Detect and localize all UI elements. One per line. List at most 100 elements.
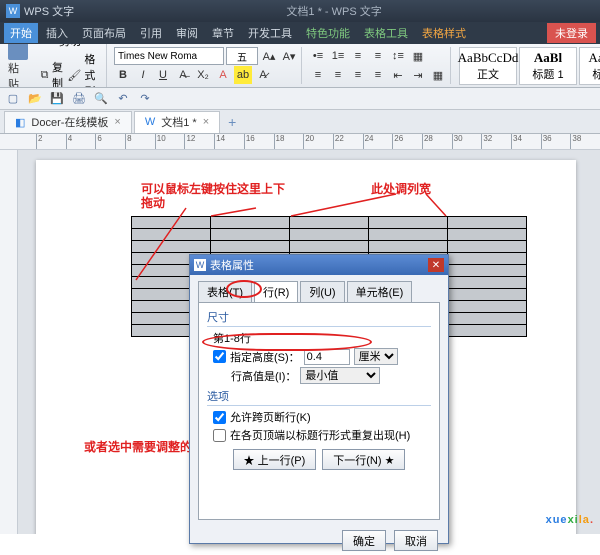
font-color-button[interactable]: A bbox=[214, 66, 232, 84]
table-cell[interactable] bbox=[132, 241, 211, 253]
dialog-footer: 确定 取消 bbox=[190, 526, 448, 555]
bullets-button[interactable]: •≡ bbox=[309, 47, 327, 65]
subscript-button[interactable]: X₂ bbox=[194, 66, 212, 84]
borders-button[interactable]: ▦ bbox=[429, 66, 447, 84]
align-c2-button[interactable]: ≡ bbox=[329, 66, 347, 84]
tab-docer[interactable]: ◧Docer-在线模板× bbox=[4, 111, 132, 133]
table-cell[interactable] bbox=[211, 217, 290, 229]
table-cell[interactable] bbox=[448, 229, 527, 241]
menu-layout[interactable]: 页面布局 bbox=[76, 23, 132, 43]
table-cell[interactable] bbox=[448, 301, 527, 313]
dialog-close-icon[interactable]: ✕ bbox=[428, 258, 444, 272]
table-cell[interactable] bbox=[211, 241, 290, 253]
table-cell[interactable] bbox=[448, 217, 527, 229]
login-button[interactable]: 未登录 bbox=[547, 23, 596, 43]
style-normal[interactable]: AaBbCcDd正文 bbox=[459, 47, 517, 85]
height-mode-select[interactable]: 最小值 bbox=[300, 367, 380, 384]
allow-break-checkbox[interactable] bbox=[213, 411, 226, 424]
style-heading2[interactable]: AaBbC标题 2 bbox=[579, 47, 600, 85]
shading-button[interactable]: ▦ bbox=[409, 47, 427, 65]
table-cell[interactable] bbox=[132, 217, 211, 229]
numbering-button[interactable]: 1≡ bbox=[329, 47, 347, 65]
app-icon: W bbox=[6, 4, 20, 18]
dialog-tab-row[interactable]: 行(R) bbox=[254, 281, 298, 302]
cancel-button[interactable]: 取消 bbox=[394, 530, 438, 551]
format-painter-button[interactable]: 🖌 bbox=[66, 66, 82, 84]
clear-format-button[interactable]: A̷ bbox=[254, 66, 272, 84]
dialog-tab-table[interactable]: 表格(T) bbox=[198, 281, 252, 302]
font-size-select[interactable] bbox=[226, 47, 258, 65]
next-row-button[interactable]: 下一行(N) ★ bbox=[322, 449, 405, 470]
table-cell[interactable] bbox=[290, 241, 369, 253]
qat-new-icon[interactable]: ▢ bbox=[4, 90, 22, 108]
strike-button[interactable]: A̶ bbox=[174, 66, 192, 84]
italic-button[interactable]: I bbox=[134, 66, 152, 84]
table-cell[interactable] bbox=[290, 217, 369, 229]
qat-preview-icon[interactable]: 🔍 bbox=[92, 90, 110, 108]
table-cell[interactable] bbox=[448, 253, 527, 265]
dialog-titlebar[interactable]: W 表格属性 ✕ bbox=[190, 255, 448, 275]
horizontal-ruler[interactable]: 2468101214161820222426283032343638 bbox=[0, 134, 600, 150]
vertical-ruler[interactable] bbox=[0, 150, 18, 534]
table-cell[interactable] bbox=[369, 217, 448, 229]
menu-section[interactable]: 章节 bbox=[206, 23, 240, 43]
indent-inc-button[interactable]: ⇥ bbox=[409, 66, 427, 84]
grow-font-button[interactable]: A▴ bbox=[260, 47, 278, 65]
table-cell[interactable] bbox=[448, 241, 527, 253]
tab-docer-label: Docer-在线模板 bbox=[31, 114, 108, 130]
align-j-button[interactable]: ≡ bbox=[369, 66, 387, 84]
menu-table-style[interactable]: 表格样式 bbox=[416, 23, 472, 43]
underline-button[interactable]: U bbox=[154, 66, 172, 84]
close-icon[interactable]: × bbox=[114, 116, 120, 128]
table-cell[interactable] bbox=[448, 325, 527, 337]
dialog-tab-cell[interactable]: 单元格(E) bbox=[347, 281, 413, 302]
style-heading1[interactable]: AaBl标题 1 bbox=[519, 47, 577, 85]
tab-doc1[interactable]: W文档1 *× bbox=[134, 111, 220, 133]
menu-review[interactable]: 审阅 bbox=[170, 23, 204, 43]
menu-developer[interactable]: 开发工具 bbox=[242, 23, 298, 43]
bold-button[interactable]: B bbox=[114, 66, 132, 84]
table-cell[interactable] bbox=[448, 313, 527, 325]
height-input[interactable] bbox=[304, 349, 350, 365]
table-cell[interactable] bbox=[132, 229, 211, 241]
height-unit-select[interactable]: 厘米 bbox=[354, 348, 398, 365]
add-tab-button[interactable]: + bbox=[222, 112, 242, 132]
styles-gallery: AaBbCcDd正文 AaBl标题 1 AaBbC标题 2 bbox=[459, 47, 600, 85]
table-cell[interactable] bbox=[369, 241, 448, 253]
prev-row-button[interactable]: ★ 上一行(P) bbox=[233, 449, 317, 470]
cut-button[interactable]: ✂ bbox=[39, 44, 57, 50]
menu-table-tools[interactable]: 表格工具 bbox=[358, 23, 414, 43]
table-properties-dialog: W 表格属性 ✕ 表格(T) 行(R) 列(U) 单元格(E) 尺寸 第1-8行… bbox=[189, 254, 449, 544]
copy-button[interactable]: ⧉ bbox=[39, 66, 50, 84]
qat-save-icon[interactable]: 💾 bbox=[48, 90, 66, 108]
qat-redo-icon[interactable]: ↷ bbox=[136, 90, 154, 108]
menu-start[interactable]: 开始 bbox=[4, 23, 38, 43]
paste-button[interactable]: 粘贴 bbox=[4, 44, 32, 88]
menu-references[interactable]: 引用 bbox=[134, 23, 168, 43]
qat-open-icon[interactable]: 📂 bbox=[26, 90, 44, 108]
highlight-button[interactable]: ab bbox=[234, 66, 252, 84]
menu-special[interactable]: 特色功能 bbox=[300, 23, 356, 43]
table-cell[interactable] bbox=[448, 289, 527, 301]
table-cell[interactable] bbox=[448, 277, 527, 289]
qat-print-icon[interactable]: 🖨 bbox=[70, 90, 88, 108]
repeat-header-checkbox[interactable] bbox=[213, 429, 226, 442]
line-spacing-button[interactable]: ↕≡ bbox=[389, 47, 407, 65]
qat-undo-icon[interactable]: ↶ bbox=[114, 90, 132, 108]
font-select[interactable] bbox=[114, 47, 224, 65]
close-icon[interactable]: × bbox=[203, 116, 209, 128]
shrink-font-button[interactable]: A▾ bbox=[280, 47, 298, 65]
ok-button[interactable]: 确定 bbox=[342, 530, 386, 551]
table-cell[interactable] bbox=[290, 229, 369, 241]
menu-insert[interactable]: 插入 bbox=[40, 23, 74, 43]
table-cell[interactable] bbox=[211, 229, 290, 241]
table-cell[interactable] bbox=[369, 229, 448, 241]
dialog-tab-column[interactable]: 列(U) bbox=[300, 281, 344, 302]
align-left-button[interactable]: ≡ bbox=[349, 47, 367, 65]
table-cell[interactable] bbox=[448, 265, 527, 277]
indent-dec-button[interactable]: ⇤ bbox=[389, 66, 407, 84]
align-center-button[interactable]: ≡ bbox=[369, 47, 387, 65]
specify-height-checkbox[interactable] bbox=[213, 350, 226, 363]
align-r-button[interactable]: ≡ bbox=[349, 66, 367, 84]
align-l2-button[interactable]: ≡ bbox=[309, 66, 327, 84]
